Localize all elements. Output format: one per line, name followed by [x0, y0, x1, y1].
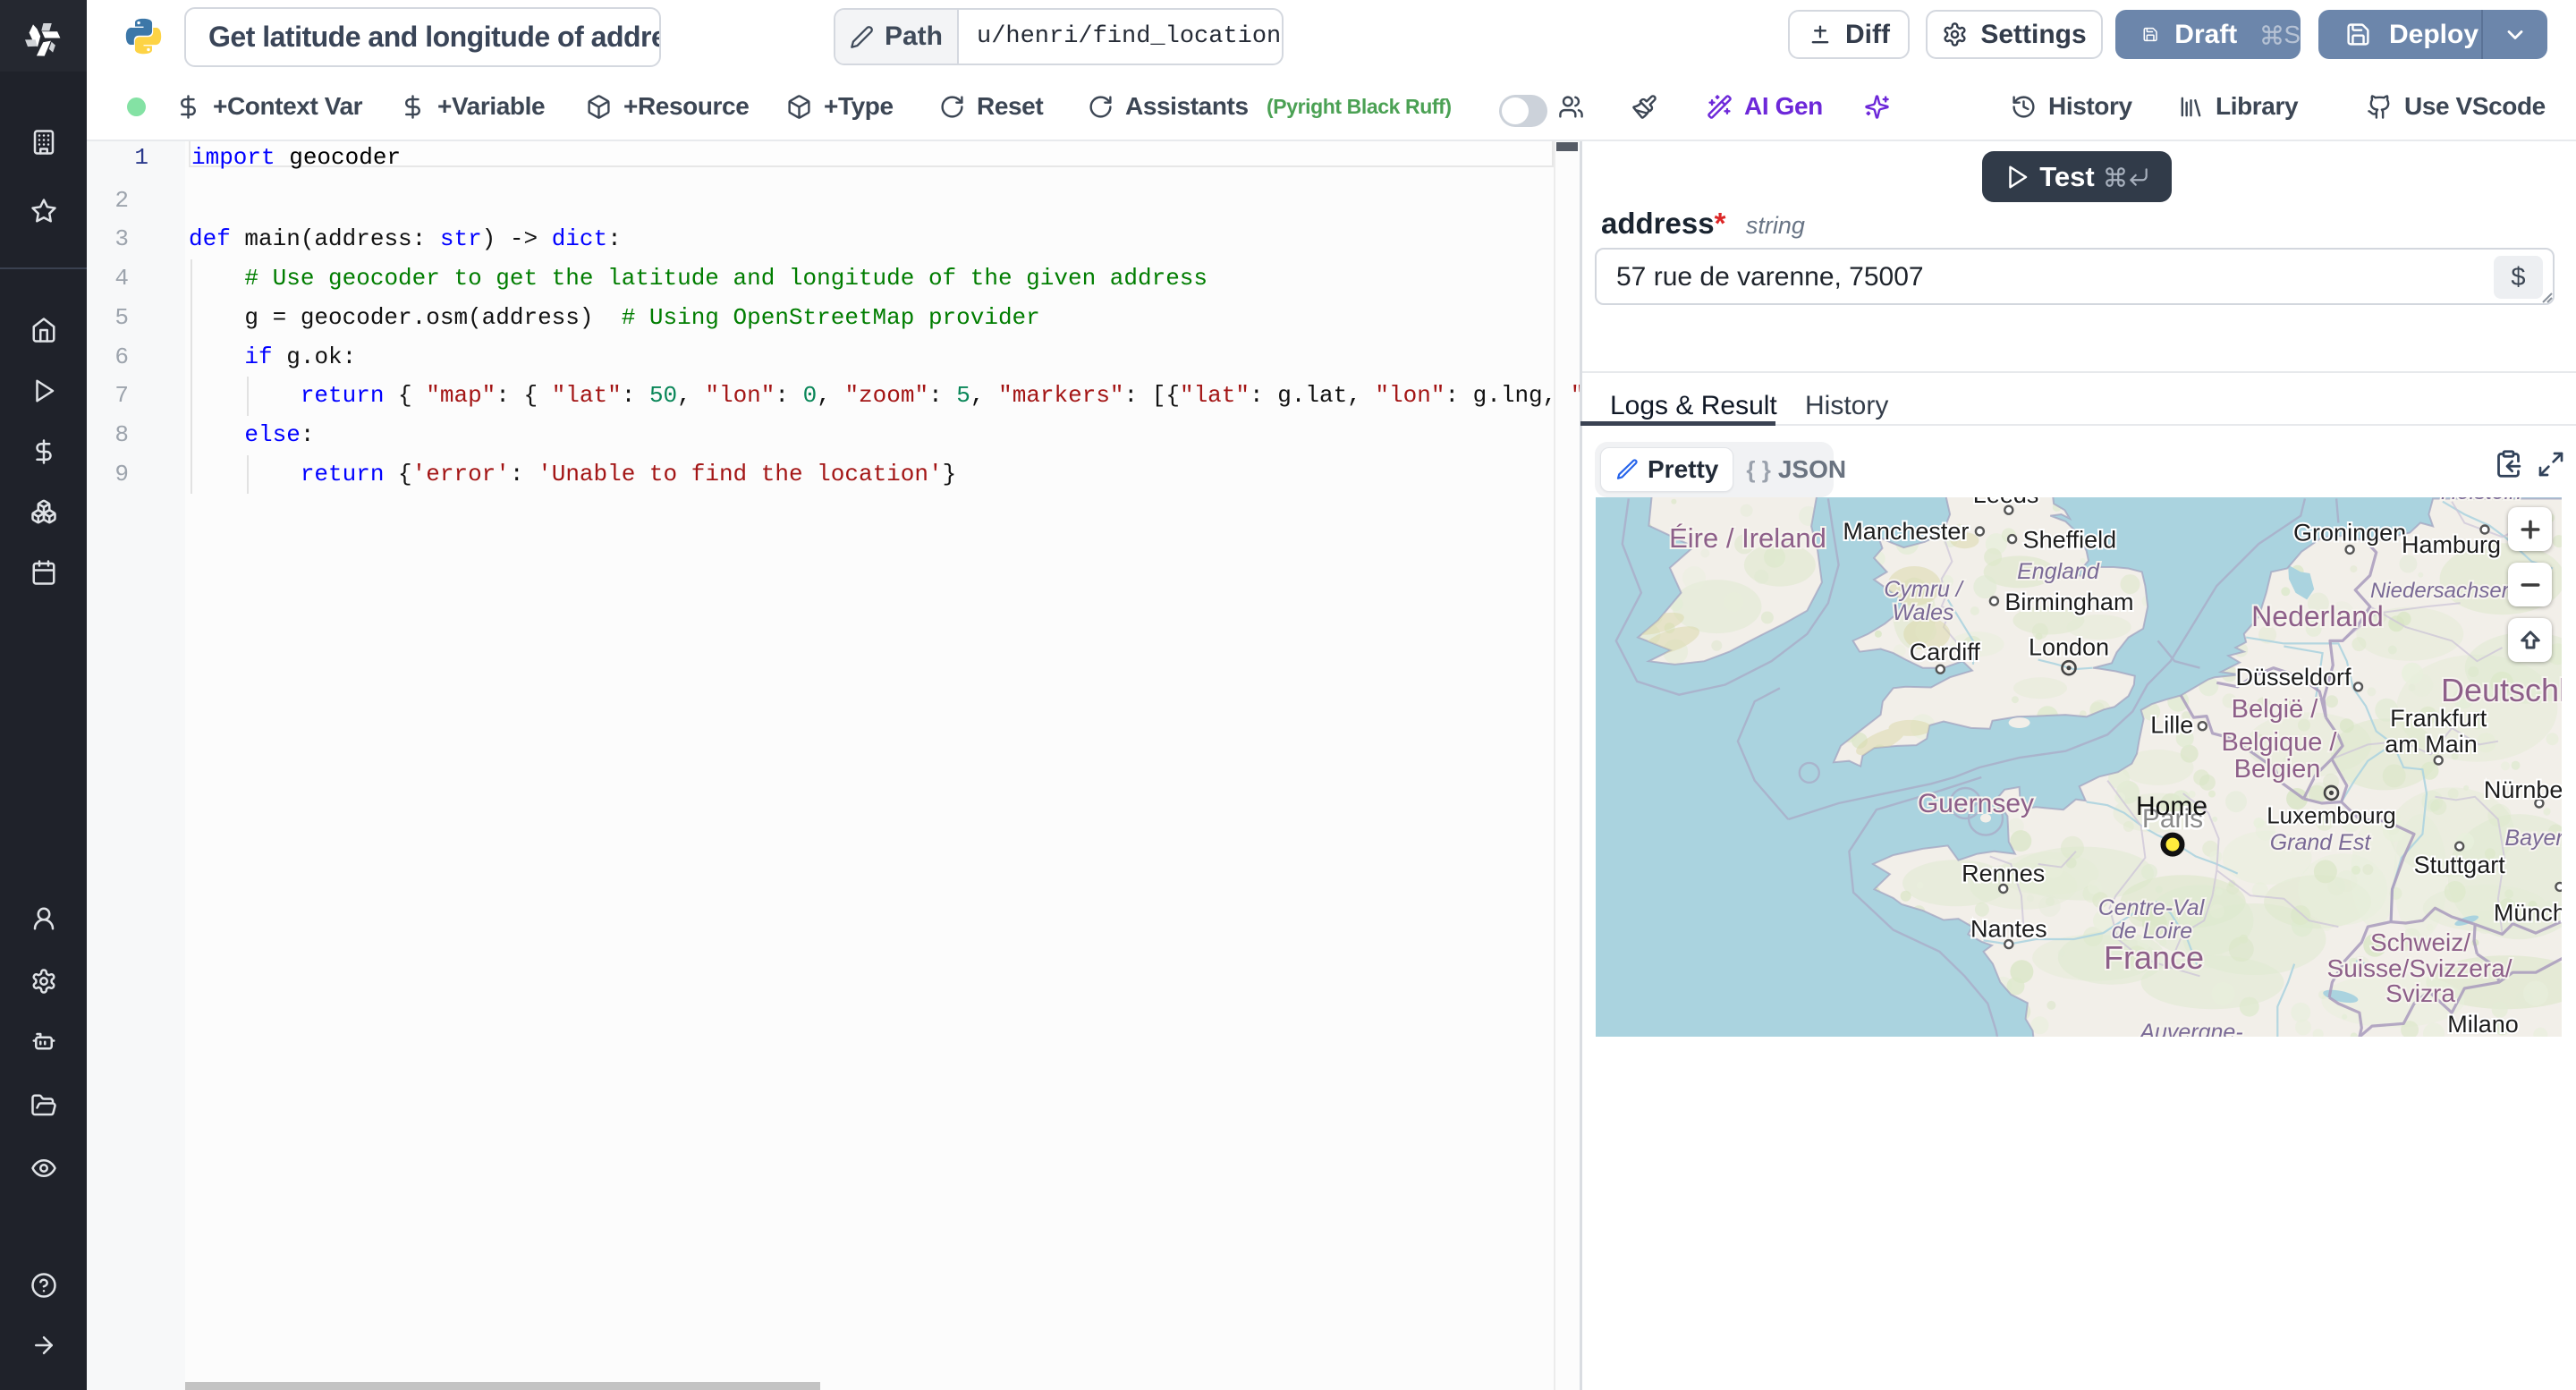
- svg-text:Frankfurt: Frankfurt: [2390, 705, 2487, 732]
- svg-text:Rennes: Rennes: [1962, 860, 2045, 887]
- svg-text:Éire / Ireland: Éire / Ireland: [1669, 522, 1826, 554]
- svg-text:Sheffield: Sheffield: [2023, 527, 2117, 554]
- svg-text:England: England: [2017, 559, 2100, 584]
- svg-text:België /: België /: [2232, 695, 2319, 724]
- svg-text:Auvergne-: Auvergne-: [2138, 1020, 2242, 1037]
- svg-text:Luxembourg: Luxembourg: [2267, 801, 2396, 828]
- svg-text:Guernsey: Guernsey: [1918, 789, 2034, 818]
- svg-text:Nederland: Nederland: [2251, 600, 2384, 632]
- svg-text:Holstein: Holstein: [2441, 497, 2521, 504]
- svg-text:Lille: Lille: [2150, 712, 2193, 739]
- svg-text:Manchester: Manchester: [1843, 518, 1969, 545]
- svg-text:London: London: [2029, 634, 2109, 661]
- svg-text:München: München: [2494, 899, 2562, 926]
- svg-text:Leeds: Leeds: [1973, 497, 2039, 508]
- svg-text:Belgique /: Belgique /: [2222, 728, 2338, 757]
- svg-text:Svizra: Svizra: [2385, 979, 2455, 1007]
- svg-text:Home: Home: [2136, 792, 2207, 821]
- svg-text:Cardiff: Cardiff: [1910, 639, 1981, 665]
- svg-text:am Main: am Main: [2385, 731, 2478, 758]
- svg-text:Milano: Milano: [2447, 1011, 2519, 1037]
- svg-text:Düsseldorf: Düsseldorf: [2235, 664, 2351, 691]
- svg-text:Suisse/Svizzera/: Suisse/Svizzera/: [2327, 954, 2512, 982]
- svg-text:Niedersachsen: Niedersachsen: [2370, 579, 2513, 603]
- svg-text:Cymru /: Cymru /: [1884, 577, 1965, 602]
- svg-text:Bayern: Bayern: [2504, 826, 2562, 851]
- svg-text:Deutschland: Deutschland: [2441, 672, 2562, 708]
- svg-text:Grand Est: Grand Est: [2270, 830, 2372, 855]
- svg-text:Birmingham: Birmingham: [2004, 589, 2133, 615]
- svg-text:Centre-Val: Centre-Val: [2098, 895, 2206, 920]
- svg-text:Hamburg: Hamburg: [2402, 531, 2501, 558]
- svg-text:Nürnberg: Nürnberg: [2484, 776, 2562, 803]
- svg-text:Wales: Wales: [1892, 600, 1953, 625]
- svg-text:Groningen: Groningen: [2293, 519, 2406, 546]
- svg-text:Schweiz/: Schweiz/: [2370, 928, 2470, 956]
- svg-text:Belgien: Belgien: [2234, 755, 2321, 784]
- svg-text:France: France: [2104, 939, 2204, 976]
- svg-text:Nantes: Nantes: [1970, 916, 2047, 943]
- svg-text:Stuttgart: Stuttgart: [2414, 852, 2506, 878]
